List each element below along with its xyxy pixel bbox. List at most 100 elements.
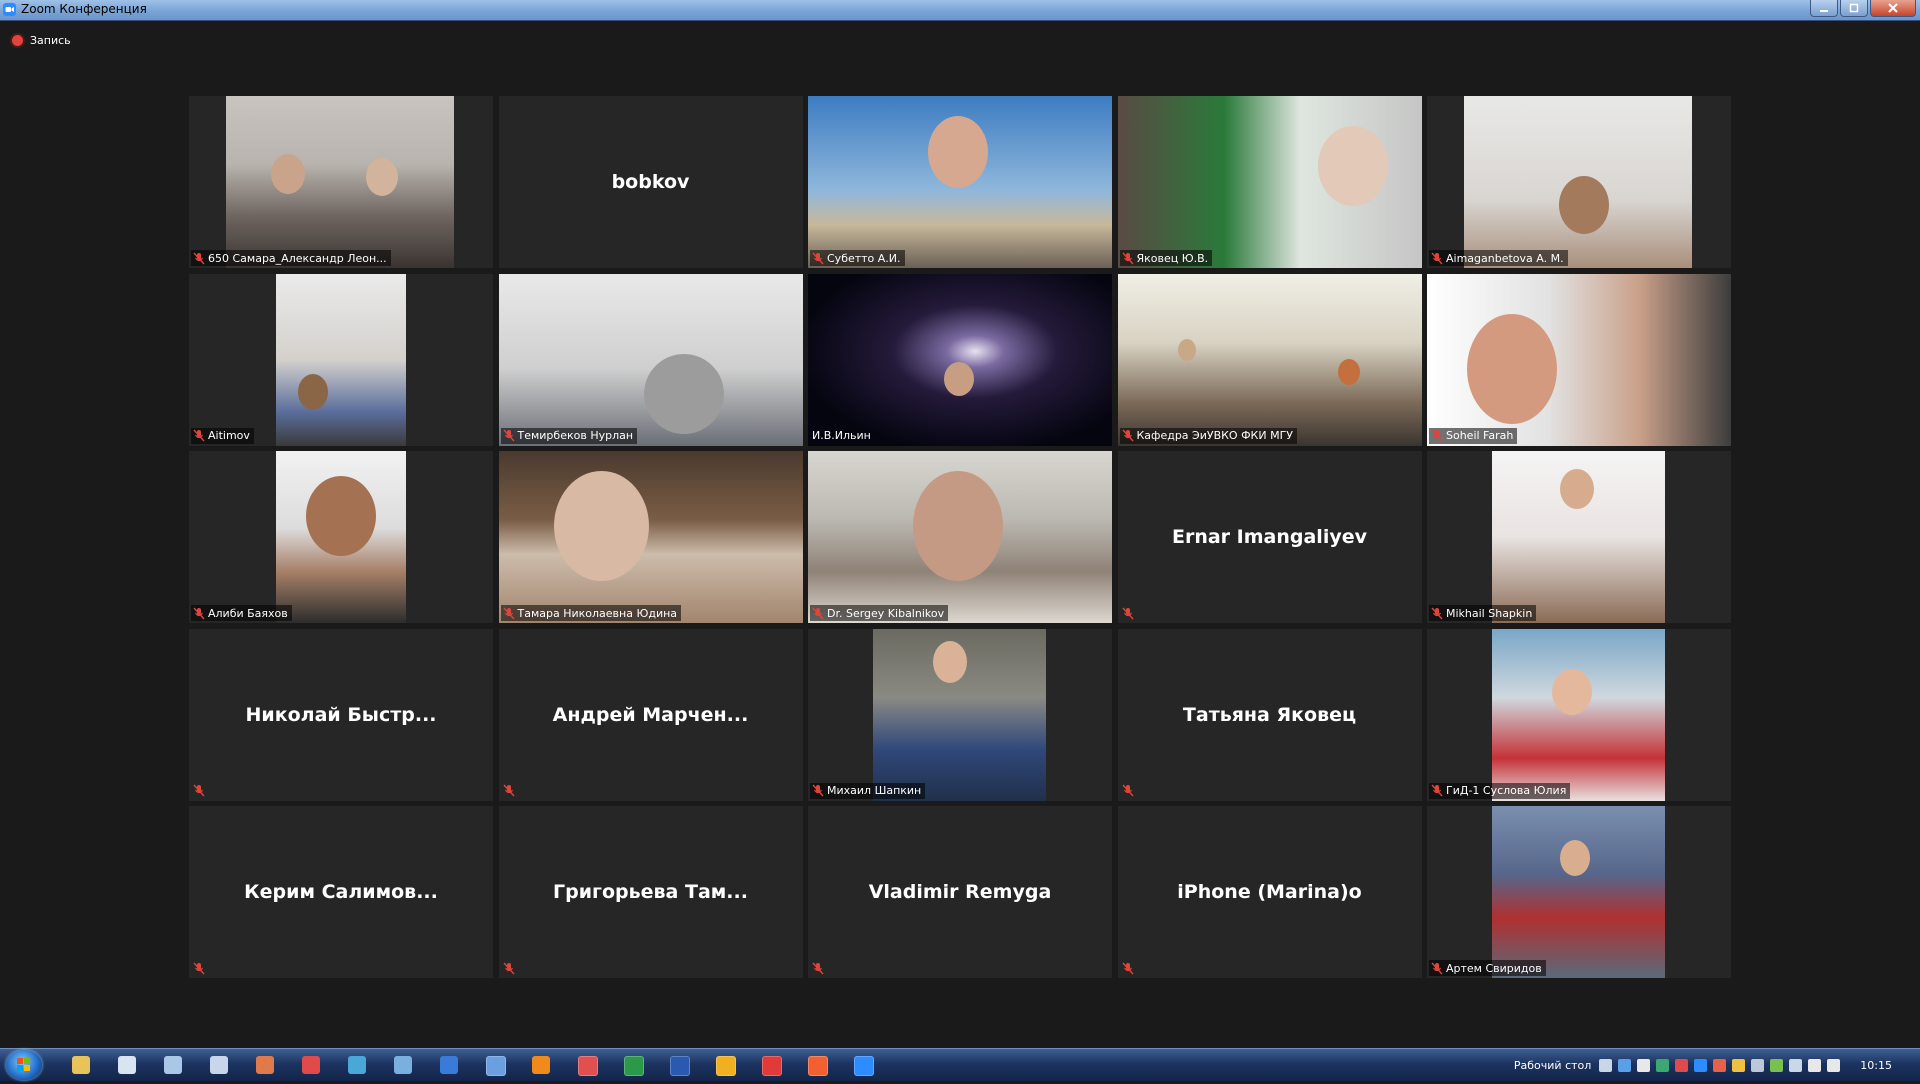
participant-name-label [191,960,209,976]
chat-icon[interactable] [716,1056,736,1076]
notepad-icon[interactable] [118,1056,136,1074]
participant-tile[interactable]: Тамара Николаевна Юдина [498,451,803,623]
participant-name-placeholder: Андрей Марчен... [552,703,749,726]
participant-video [276,451,406,623]
flag-icon[interactable] [1827,1058,1841,1072]
participant-tile[interactable]: Soheil Farah [1427,273,1731,446]
close-button[interactable] [1870,0,1916,17]
speaker-icon[interactable] [1713,1058,1727,1072]
participant-tile[interactable]: bobkov [498,96,803,268]
windows-app-icon[interactable] [440,1056,458,1074]
participant-video [276,273,406,446]
participant-name-label [1120,783,1138,799]
muted-microphone-icon [1121,607,1134,619]
volume-icon[interactable] [1808,1058,1822,1072]
kaspersky-icon[interactable] [1656,1058,1670,1072]
media-icon[interactable] [302,1056,320,1074]
recording-indicator[interactable]: Запись [12,34,71,47]
muted-microphone-icon [1121,962,1134,974]
system-tray: Рабочий стол 10:15 [1514,1049,1920,1081]
participant-tile[interactable]: Керим Салимов... [189,806,493,978]
participant-name: Артем Свиридов [1446,961,1542,975]
participant-name-label: Михаил Шапкин [810,782,926,799]
participant-name-label: Aimaganbetova A. M. [1429,250,1568,266]
yandex-browser-icon[interactable] [762,1056,782,1076]
muted-microphone-icon [193,962,205,974]
muted-microphone-icon [193,252,205,264]
participant-tile[interactable]: Ernar Imangaliyev [1117,451,1422,623]
tray-app-icon[interactable] [1618,1058,1632,1072]
network-icon[interactable] [394,1056,412,1074]
zoom-app-icon [3,3,16,16]
muted-microphone-icon [502,784,515,797]
participant-video [1117,273,1422,446]
participant-name-label: Soheil Farah [1429,427,1518,444]
maximize-button[interactable] [1840,0,1868,17]
participant-tile[interactable]: Алиби Баяхов [189,451,493,623]
clock[interactable]: 10:15 [1860,1059,1892,1072]
participant-tile[interactable]: Михаил Шапкин [808,628,1112,801]
muted-microphone-icon [502,607,515,619]
tray-red-icon[interactable] [1675,1058,1689,1072]
keyboard-layout-icon[interactable] [1599,1058,1613,1072]
desktop-toolbar-label[interactable]: Рабочий стол [1514,1059,1591,1072]
participant-tile[interactable]: Субетто А.И. [808,96,1112,268]
save-app-icon[interactable] [486,1056,506,1076]
participant-video [1492,628,1665,801]
excel-icon[interactable] [624,1056,644,1076]
participant-tile[interactable]: Яковец Ю.В. [1117,96,1422,268]
minimize-button[interactable] [1810,0,1838,17]
keyboard-icon[interactable] [1751,1058,1765,1072]
opera-icon[interactable] [578,1056,598,1076]
participant-tile[interactable]: Кафедра ЭиУВКО ФКИ МГУ [1117,273,1422,446]
participant-name-label: Кафедра ЭиУВКО ФКИ МГУ [1119,427,1297,444]
participant-tile[interactable]: Dr. Sergey Kibalnikov [808,451,1112,623]
calculator-icon[interactable] [210,1056,228,1074]
participant-name: 650 Самара_Александр Леон... [208,251,387,265]
participant-tile[interactable]: Vladimir Remyga [808,806,1112,978]
muted-microphone-icon [1121,429,1134,442]
recording-icon [12,35,23,46]
participant-tile[interactable]: 650 Самара_Александр Леон... [189,96,493,268]
participant-name-placeholder: Григорьева Там... [553,881,748,903]
tray-zoom-icon[interactable] [1694,1058,1708,1072]
zoom-taskbar-icon[interactable] [854,1056,874,1076]
document-icon[interactable] [164,1056,182,1074]
participant-tile[interactable]: Андрей Марчен... [498,628,803,801]
participant-name: Тамара Николаевна Юдина [517,606,678,620]
participant-tile[interactable]: Mikhail Shapkin [1427,451,1731,623]
explorer-icon[interactable] [72,1056,90,1074]
network-status-icon[interactable] [1789,1058,1803,1072]
tool-icon[interactable] [348,1056,366,1074]
word-icon[interactable] [670,1056,690,1076]
participant-name-placeholder: bobkov [611,171,690,193]
participant-name: Алиби Баяхов [208,606,288,620]
participant-tile-active-speaker[interactable]: И.В.Ильин [808,273,1112,446]
start-button[interactable] [6,1050,42,1080]
participant-tile[interactable]: Татьяна Яковец [1117,628,1422,801]
participant-tile[interactable]: Артем Свиридов [1427,806,1731,978]
participant-name-placeholder: Ernar Imangaliyev [1171,526,1367,548]
paint-icon[interactable] [256,1056,274,1074]
participant-video [873,628,1046,801]
close-icon [1888,3,1898,13]
participant-tile[interactable]: Григорьева Там... [498,806,803,978]
participant-tile[interactable]: Николай Быстр... [189,628,493,801]
participant-video [498,451,803,623]
participant-tile[interactable]: iPhone (Marina)o [1117,806,1422,978]
participant-name: Субетто А.И. [827,251,901,265]
vlc-icon[interactable] [532,1056,550,1074]
participant-tile[interactable]: ГиД-1 Суслова Юлия [1427,628,1731,801]
muted-microphone-icon [502,962,515,974]
brave-browser-icon[interactable] [808,1056,828,1076]
participant-name-label: Артем Свиридов [1429,960,1546,976]
tray-tool-icon[interactable] [1637,1058,1651,1072]
cloud-icon[interactable] [1732,1058,1746,1072]
participant-tile[interactable]: Темирбеков Нурлан [498,273,803,446]
shield-icon[interactable] [1770,1058,1784,1072]
participant-tile[interactable]: Aitimov [189,273,493,446]
participant-tile[interactable]: Aimaganbetova A. M. [1427,96,1731,268]
participant-video [1464,96,1692,268]
windows-taskbar: Рабочий стол 10:15 [0,1048,1920,1081]
muted-microphone-icon [812,962,824,974]
